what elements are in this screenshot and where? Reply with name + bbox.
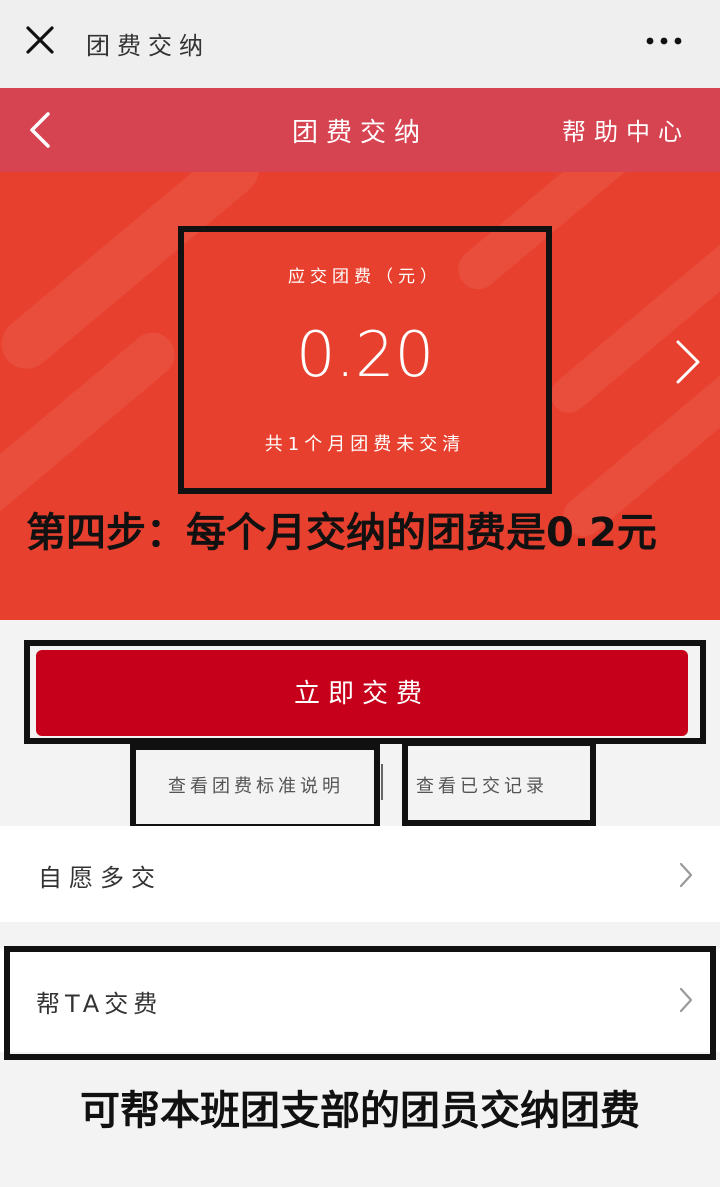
bottom-caption: 可帮本班团支部的团员交纳团费: [80, 1088, 640, 1134]
fee-standard-link[interactable]: 查看团费标准说明: [168, 772, 344, 798]
payment-records-link[interactable]: 查看已交记录: [416, 772, 548, 798]
chevron-right-icon[interactable]: [672, 338, 702, 386]
chevron-right-icon: [679, 987, 693, 1013]
step-caption: 第四步：每个月交纳的团费是0.2元: [26, 510, 657, 556]
chevron-right-icon: [679, 862, 693, 888]
fee-label: 应交团费（元）: [288, 267, 442, 287]
help-center-link[interactable]: 帮助中心: [562, 112, 690, 147]
unpaid-months-note: 共1个月团费未交清: [264, 434, 466, 455]
fee-amount: 0.20: [295, 318, 435, 391]
decorative-stripe: [543, 199, 720, 421]
close-icon[interactable]: [22, 22, 58, 58]
top-bar-title: 团费交纳: [86, 32, 210, 60]
more-icon[interactable]: [642, 26, 686, 56]
link-separator: [381, 764, 383, 800]
pay-button-highlight: [24, 640, 706, 744]
voluntary-label: 自愿多交: [38, 864, 162, 892]
pay-for-others-label: 帮TA交费: [36, 990, 163, 1018]
